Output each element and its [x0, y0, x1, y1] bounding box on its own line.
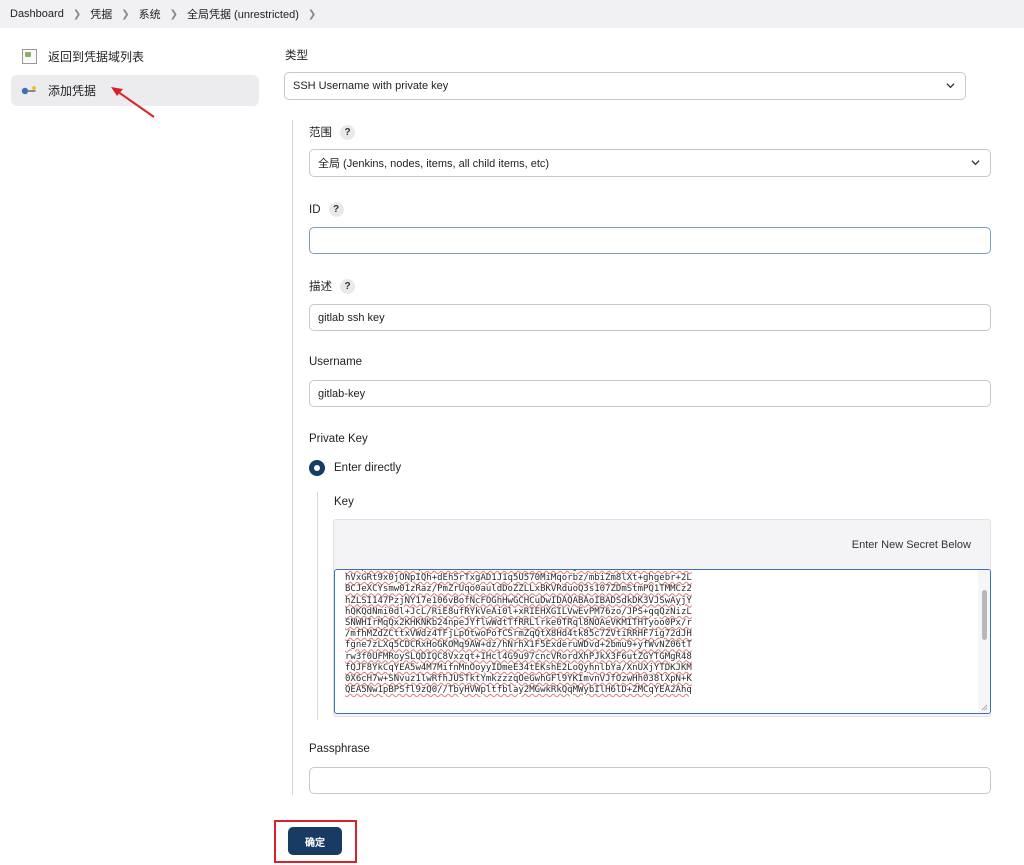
passphrase-label: Passphrase [309, 743, 370, 755]
key-label: Key [334, 496, 354, 508]
chevron-right-icon: ❯ [121, 8, 130, 20]
chevron-right-icon: ❯ [72, 8, 82, 20]
key-panel-header: Enter New Secret Below [851, 539, 971, 551]
id-label: ID ? [309, 202, 344, 217]
section-divider [292, 120, 293, 795]
key-line: 0X6cH7w+SNvuz1lwRfhJUSTktYmkzzzqOeGwhGFl… [345, 674, 692, 685]
enter-directly-radio[interactable] [309, 460, 325, 476]
key-line: /mfhMZdZCttxVWdz4TFjLpOtwoPofCSrmZqQtX8H… [345, 629, 692, 640]
sidebar-item-label: 添加凭据 [48, 84, 97, 98]
key-line: QEA5Nw1pBPSfl9zQ0//TbyHVWpltfblay2MGwkRk… [345, 685, 692, 696]
key-line: hVxGRt9x0jONpIQh+dEh5rTxgAD1J1q5U570MiMq… [345, 573, 692, 584]
resize-handle-icon[interactable] [981, 704, 988, 711]
kind-select-value: SSH Username with private key [293, 80, 449, 92]
key-line: fQJF8YkCqYEA5w4M7MifnMnOoyyIDmeE34tEKshE… [345, 662, 692, 673]
chevron-right-icon[interactable]: ❯ [308, 9, 316, 20]
breadcrumb-system[interactable]: 系统 [139, 6, 161, 22]
chevron-right-icon: ❯ [169, 8, 178, 20]
username-input[interactable]: gitlab-key [309, 380, 991, 407]
breadcrumb: Dashboard ❯ 凭据 ❯ 系统 ❯ 全局凭据 (unrestricted… [0, 0, 1024, 28]
description-input[interactable]: gitlab ssh key [309, 304, 991, 331]
private-key-textarea[interactable]: SVCpkKAQaH/C/qI5kC5hXkBAlCLRnX/EXJC59d51… [334, 569, 991, 714]
breadcrumb-dashboard[interactable]: Dashboard [10, 8, 64, 20]
help-icon[interactable]: ? [340, 124, 355, 140]
help-icon[interactable]: ? [340, 278, 355, 294]
description-label-text: 描述 [309, 281, 332, 293]
breadcrumb-credentials[interactable]: 凭据 [90, 6, 112, 22]
credentials-key-icon [21, 83, 37, 99]
sidebar-item-label: 返回到凭据域列表 [48, 50, 145, 64]
kind-label: 类型 [285, 50, 308, 62]
passphrase-input[interactable] [309, 767, 991, 794]
id-label-text: ID [309, 203, 321, 216]
breadcrumb-global-credentials[interactable]: 全局凭据 (unrestricted) [187, 6, 299, 22]
key-line: SNWHIrMqQx2KHKNKb24npeJYflwWdtTfRRLlrke0… [345, 618, 692, 629]
key-line: rw3f0UFMRoySLQDIQC8Vxzqt+IHcl4G9u97cncVR… [345, 651, 692, 662]
key-line: fgne7zLXq5CDCRxHoGKOMq9AW+dz/hNrhX1F5Exd… [345, 640, 692, 651]
scope-select-value: 全局 (Jenkins, nodes, items, all child ite… [318, 158, 550, 170]
textarea-scrollbar[interactable] [978, 570, 990, 713]
private-key-text: SVCpkKAQaH/C/qI5kC5hXkBAlCLRnX/EXJC59d51… [345, 570, 965, 696]
id-input[interactable] [309, 227, 991, 254]
scope-select[interactable]: 全局 (Jenkins, nodes, items, all child ite… [309, 149, 991, 177]
key-line: BCJeXCYsmw01zRaz/PmZrUqo0auldDoZZLLxBKVR… [345, 584, 692, 595]
scope-label: 范围 ? [309, 124, 355, 140]
key-section-divider [317, 492, 318, 720]
chevron-down-icon [971, 160, 980, 166]
ok-button[interactable]: 确定 [288, 827, 342, 855]
help-icon[interactable]: ? [328, 202, 344, 217]
scope-label-text: 范围 [309, 127, 332, 139]
description-label: 描述 ? [309, 278, 355, 294]
key-line: hZLSI147PzjNY17e106vBofNcFOGhHwGCHCuDwID… [345, 595, 692, 606]
sidebar-item-back-to-domains[interactable]: 返回到凭据域列表 [11, 41, 259, 72]
chevron-down-icon [946, 83, 955, 89]
key-line: hQKQdNmi0dl+JcL/RiE8ufRYkVeAi0l+xRIEHXGI… [345, 606, 692, 617]
username-label: Username [309, 356, 363, 368]
enter-directly-label[interactable]: Enter directly [334, 462, 401, 474]
annotation-arrow-icon [111, 87, 155, 118]
broken-image-icon [21, 49, 37, 65]
private-key-label: Private Key [309, 433, 368, 445]
kind-select[interactable]: SSH Username with private key [284, 72, 966, 100]
